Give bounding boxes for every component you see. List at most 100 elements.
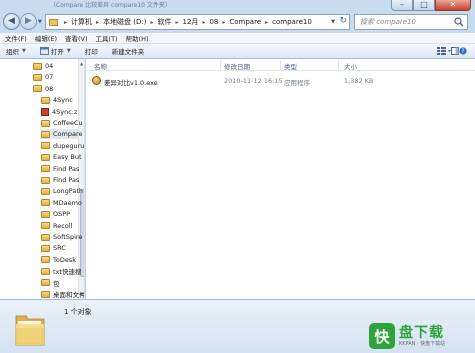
tree-item[interactable]: Find Pas: [41, 164, 79, 174]
scroll-up-icon[interactable]: ▲: [80, 61, 83, 66]
recent-pages-dropdown-icon[interactable]: ▼: [38, 19, 42, 25]
back-button[interactable]: ◀: [3, 13, 20, 30]
open-button[interactable]: 打开 ▼: [39, 46, 71, 56]
menu-file[interactable]: 文件(F): [5, 33, 27, 43]
chevron-right-icon[interactable]: ▸: [96, 19, 99, 26]
tree-item-label: OSPP: [53, 210, 71, 219]
file-size: 1,382 KB: [344, 77, 374, 85]
tree-item[interactable]: Find Pas: [41, 175, 79, 185]
open-label: 打开: [50, 48, 64, 56]
watermark-subtitle: KKPAN · 快盘下载站: [399, 340, 446, 347]
tree-item[interactable]: dupeguru: [41, 141, 84, 151]
search-icon[interactable]: [454, 17, 464, 27]
column-type[interactable]: 类型: [284, 61, 297, 71]
forward-button[interactable]: ▶: [20, 13, 37, 30]
folder-icon: [41, 187, 50, 195]
tree-item-label: CoffeeCu: [53, 119, 83, 127]
refresh-icon[interactable]: ↻: [339, 16, 347, 26]
file-row[interactable]: 差异对比v1.0.exe 2010-11-12 16:15 应用程序 1,382…: [86, 75, 475, 87]
view-options-icon[interactable]: [437, 47, 451, 55]
column-modified[interactable]: 修改日期: [224, 61, 250, 71]
tree-item[interactable]: Recoll: [41, 221, 78, 231]
folder-icon: [41, 165, 50, 173]
tree-item[interactable]: CoffeeCu: [41, 118, 83, 128]
folder-icon: [41, 267, 50, 275]
help-icon[interactable]: ?: [459, 47, 467, 55]
chevron-right-icon[interactable]: ▸: [222, 19, 225, 26]
column-divider[interactable]: [280, 60, 281, 70]
column-name[interactable]: 名称: [94, 61, 107, 71]
preview-pane-icon[interactable]: [451, 47, 459, 55]
tree-item[interactable]: 包: [41, 278, 78, 288]
menu-bar: 文件(F) 编辑(E) 查看(V) 工具(T) 帮助(H): [0, 33, 475, 44]
chevron-right-icon[interactable]: ▸: [175, 19, 178, 26]
menu-help[interactable]: 帮助(H): [126, 33, 149, 43]
address-bar[interactable]: ▸ 计算机 ▸ 本地磁盘 (D:) ▸ 软件 ▸ 12月 ▸ 08 ▸ Comp…: [45, 14, 350, 30]
breadcrumb-item[interactable]: 12月: [183, 17, 199, 27]
address-dropdown-icon[interactable]: ▼: [331, 19, 335, 25]
chevron-right-icon[interactable]: ▸: [265, 19, 268, 26]
tree-item[interactable]: 4Sync: [41, 95, 78, 105]
menu-edit[interactable]: 编辑(E): [35, 33, 57, 43]
breadcrumb: ▸ 计算机 ▸ 本地磁盘 (D:) ▸ 软件 ▸ 12月 ▸ 08 ▸ Comp…: [60, 17, 312, 27]
maximize-button[interactable]: □: [413, 0, 435, 11]
title-bar[interactable]: （Compare 比较差异 compare10 文件夹） – □ ✕: [0, 0, 475, 11]
breadcrumb-item[interactable]: 软件: [157, 17, 171, 27]
organize-label: 组织: [6, 48, 19, 56]
tree-item[interactable]: 04: [33, 61, 78, 71]
application-icon: [92, 76, 101, 85]
window-title: （Compare 比较差异 compare10 文件夹）: [50, 2, 171, 8]
menu-tools[interactable]: 工具(T): [96, 33, 118, 43]
tree-item[interactable]: SRC: [41, 243, 78, 253]
watermark-title: 盘下载: [399, 324, 444, 341]
folder-icon: [33, 73, 42, 81]
view-controls: ?: [437, 47, 467, 55]
chevron-right-icon[interactable]: ▸: [64, 19, 67, 26]
tree-item[interactable]: 4Sync.z: [41, 107, 78, 117]
folder-icon: [41, 96, 50, 104]
tree-item-label: Compare: [53, 130, 83, 139]
tree-item[interactable]: ToDesk: [41, 255, 78, 265]
folder-icon: [41, 279, 50, 287]
svg-text:?: ?: [461, 48, 464, 55]
column-divider[interactable]: [220, 60, 221, 70]
chevron-right-icon[interactable]: ▸: [202, 19, 205, 26]
tree-item-label: 4Sync.z: [52, 107, 78, 116]
application-icon: [39, 47, 49, 55]
tree-item-label: dupeguru: [53, 141, 85, 150]
breadcrumb-item[interactable]: 08: [209, 18, 218, 26]
column-divider[interactable]: [338, 60, 339, 70]
tree-item[interactable]: 07: [33, 72, 78, 82]
breadcrumb-item[interactable]: Compare: [229, 18, 261, 26]
print-button[interactable]: 打印: [85, 46, 98, 56]
organize-button[interactable]: 组织 ▼: [6, 46, 26, 56]
watermark: 快 盘下载 KKPAN · 快盘下载站: [369, 322, 469, 350]
breadcrumb-item[interactable]: compare10: [272, 18, 312, 26]
tree-item[interactable]: Easy But: [41, 152, 82, 162]
tree-item[interactable]: LongPath: [41, 186, 83, 196]
item-count: 1 个对象: [64, 308, 92, 316]
application-icon: [41, 107, 49, 116]
column-size[interactable]: 大小: [344, 61, 357, 71]
chevron-down-icon: ▼: [66, 48, 71, 54]
tree-item[interactable]: MDaemo: [41, 198, 82, 208]
tree-item[interactable]: txt快速搜: [41, 266, 81, 276]
new-folder-button[interactable]: 新建文件夹: [112, 46, 145, 56]
breadcrumb-item[interactable]: 本地磁盘 (D:): [103, 17, 146, 27]
minimize-button[interactable]: –: [391, 0, 413, 11]
folder-icon: [41, 130, 50, 138]
breadcrumb-item[interactable]: 计算机: [71, 17, 92, 27]
search-input[interactable]: 搜索 compare10: [360, 17, 416, 27]
file-list-pane: 名称 修改日期 类型 大小 差异对比v1.0.exe 2010-11-12 16…: [86, 59, 475, 299]
tree-item[interactable]: SoftSpire: [41, 232, 82, 242]
chevron-right-icon[interactable]: ▸: [150, 19, 153, 26]
tree-item[interactable]: OSPP: [41, 209, 78, 219]
tree-item[interactable]: 08: [33, 84, 78, 94]
close-button[interactable]: ✕: [435, 0, 471, 11]
menu-view[interactable]: 查看(V): [65, 33, 88, 43]
tree-item[interactable]: Compare: [41, 129, 83, 140]
search-box[interactable]: 搜索 compare10: [354, 14, 468, 30]
tree-item-label: SoftSpire: [53, 233, 83, 241]
tree-item[interactable]: 桌面和文件: [41, 289, 84, 299]
file-name: 差异对比v1.0.exe: [104, 79, 158, 87]
